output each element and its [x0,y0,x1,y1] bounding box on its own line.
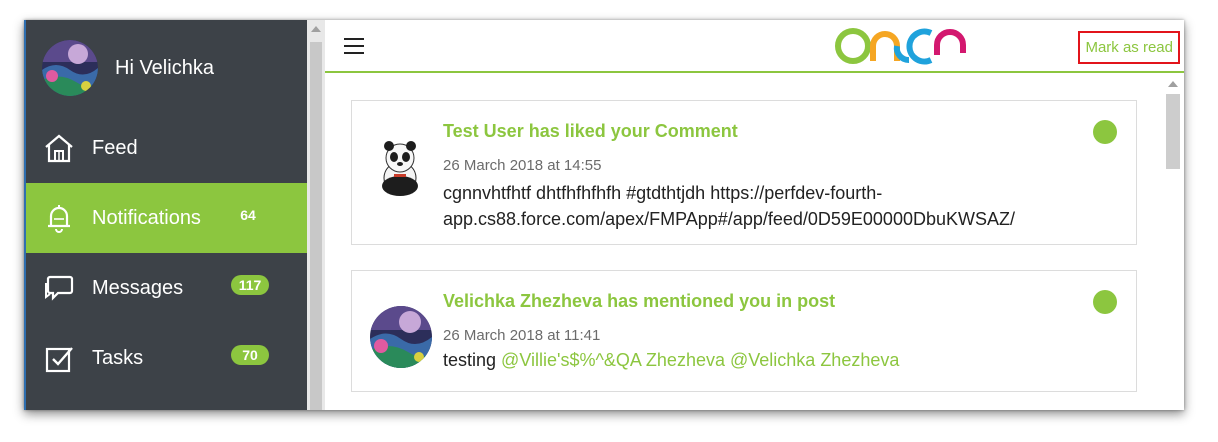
sidebar-item-feed[interactable]: Feed [26,113,307,183]
unread-indicator-icon[interactable] [1093,290,1117,314]
home-icon [45,134,73,163]
sidebar-item-label: Tasks [92,346,144,369]
sidebar-item-notifications[interactable]: Notifications 64 [26,183,307,253]
sidebar-item-label: Messages [92,276,184,299]
scrollbar-thumb[interactable] [1166,94,1180,169]
notification-timestamp: 26 March 2018 at 11:41 [443,327,601,344]
sidebar-item-messages[interactable]: Messages 117 [26,253,307,323]
app-window: Hi Velichka Feed Notifications 64 Messag… [24,20,1184,410]
scroll-up-arrow-icon[interactable] [1168,81,1178,87]
tasks-count-badge: 70 [231,345,269,365]
notification-body: testing @Villie's$%^&QA Zhezheva @Velich… [443,347,1083,373]
chat-bubble-icon [45,275,74,301]
main-panel: Mark as read Test User has liked your Co… [325,20,1184,410]
notification-timestamp: 26 March 2018 at 14:55 [443,157,602,174]
user-avatar[interactable] [42,40,98,96]
sidebar-item-label: Feed [92,136,138,159]
sidebar-scrollbar[interactable] [307,20,325,410]
hamburger-icon[interactable] [344,38,364,54]
unread-indicator-icon[interactable] [1093,120,1117,144]
scrollbar-thumb[interactable] [310,42,322,410]
user-greeting: Hi Velichka [115,56,214,79]
panda-avatar-icon [382,141,418,196]
notification-feed: Test User has liked your Comment 26 Marc… [325,73,1184,410]
user-profile[interactable]: Hi Velichka [42,39,214,97]
sidebar-item-label: Notifications [92,206,201,229]
feed-scrollbar[interactable] [1162,73,1184,410]
sidebar: Hi Velichka Feed Notifications 64 Messag… [24,20,307,410]
bell-icon [48,205,70,233]
messages-count-badge: 117 [231,275,269,295]
notification-body-line: app.cs88.force.com/apex/FMPApp#/app/feed… [443,209,1015,229]
notification-title[interactable]: Test User has liked your Comment [443,121,738,142]
user-avatar-icon [370,306,432,368]
notification-card[interactable]: Test User has liked your Comment 26 Marc… [351,100,1137,245]
scroll-up-arrow-icon[interactable] [311,26,321,32]
checkbox-icon [45,347,73,373]
brand-logo [835,28,966,65]
mention-link[interactable]: @Villie's$%^&QA Zhezheva [501,350,725,370]
notifications-count-badge: 64 [240,207,256,223]
mention-link[interactable]: @Velichka Zhezheva [730,350,899,370]
mark-as-read-button[interactable]: Mark as read [1078,31,1180,64]
notification-body-line: cgnnvhtfhtf dhtfhfhfhfh #gtdthtjdh https… [443,183,883,203]
top-bar: Mark as read [325,20,1184,73]
notification-body: cgnnvhtfhtf dhtfhfhfhfh #gtdthtjdh https… [443,180,1083,232]
notification-card[interactable]: Velichka Zhezheva has mentioned you in p… [351,270,1137,392]
notification-body-text: testing [443,350,502,370]
sidebar-item-tasks[interactable]: Tasks 70 [26,323,307,393]
notification-title[interactable]: Velichka Zhezheva has mentioned you in p… [443,291,835,312]
